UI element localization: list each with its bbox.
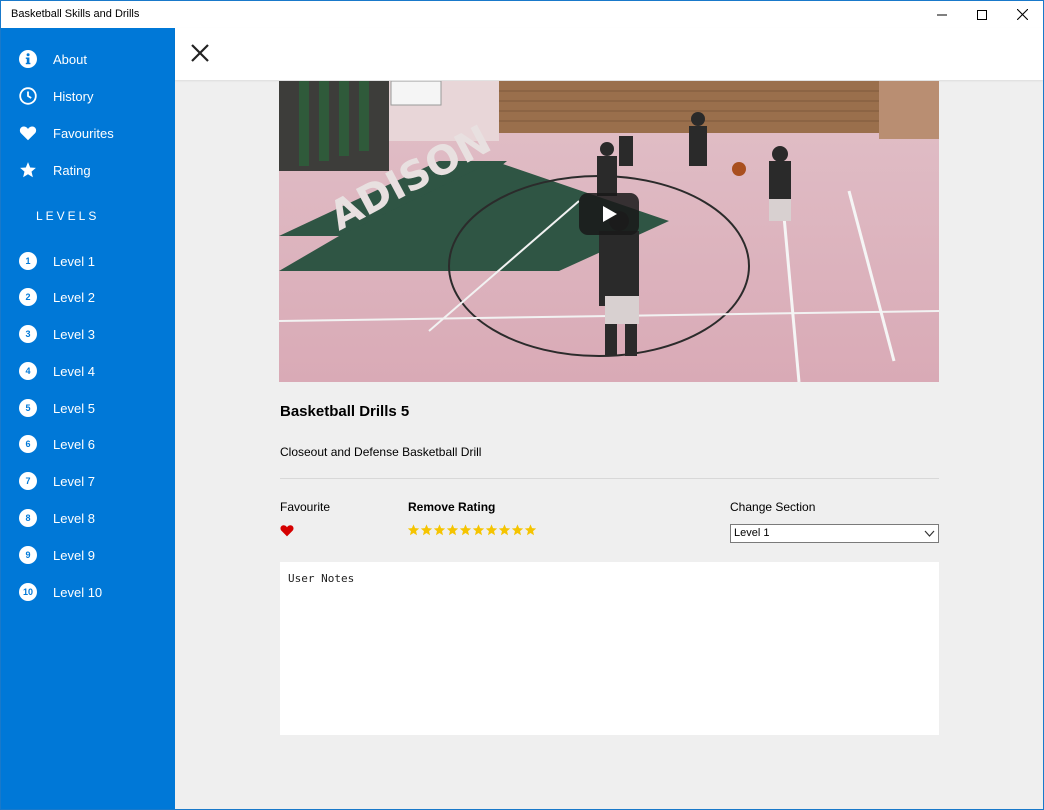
window-title: Basketball Skills and Drills: [11, 8, 140, 20]
star-icon[interactable]: [407, 523, 420, 537]
star-icon[interactable]: [472, 523, 485, 537]
heart-icon: [18, 123, 38, 143]
sidebar-item-level-10[interactable]: 10 Level 10: [1, 576, 175, 608]
user-notes-field[interactable]: User Notes: [280, 562, 939, 735]
minimize-button[interactable]: [922, 1, 962, 28]
close-icon: [191, 44, 209, 62]
star-icon[interactable]: [511, 523, 524, 537]
minimize-icon: [937, 14, 947, 15]
number-6-icon: 6: [18, 434, 38, 454]
user-notes-placeholder: User Notes: [288, 572, 355, 585]
maximize-icon: [977, 9, 987, 20]
sidebar-item-level-9[interactable]: 9 Level 9: [1, 539, 175, 571]
sidebar-item-level-3[interactable]: 3 Level 3: [1, 318, 175, 350]
sidebar-item-label: Rating: [53, 162, 91, 178]
star-icon[interactable]: [485, 523, 498, 537]
title-bar: Basketball Skills and Drills: [1, 1, 1043, 28]
sidebar-item-label: Level 8: [53, 510, 95, 526]
sidebar-item-label: Level 4: [53, 363, 95, 379]
sidebar: About History Favourites Rating LEVELS 1…: [1, 28, 175, 809]
play-icon: [603, 206, 617, 222]
sidebar-item-level-1[interactable]: 1 Level 1: [1, 245, 175, 277]
change-section-label: Change Section: [730, 500, 816, 514]
app-window: Basketball Skills and Drills About Histo…: [0, 0, 1044, 810]
number-4-icon: 4: [18, 361, 38, 381]
number-2-icon: 2: [18, 287, 38, 307]
star-icon[interactable]: [433, 523, 446, 537]
number-7-icon: 7: [18, 471, 38, 491]
number-1-icon: 1: [18, 251, 38, 271]
levels-heading: LEVELS: [36, 209, 100, 223]
number-3-icon: 3: [18, 324, 38, 344]
info-icon: [18, 49, 38, 69]
sidebar-item-level-2[interactable]: 2 Level 2: [1, 281, 175, 313]
chevron-down-icon: [924, 530, 935, 537]
maximize-button[interactable]: [962, 1, 1002, 28]
sidebar-item-label: Level 1: [53, 253, 95, 269]
drill-title: Basketball Drills 5: [280, 403, 410, 420]
content-header: [175, 28, 1043, 80]
star-icon[interactable]: [420, 523, 433, 537]
clock-icon: [18, 86, 38, 106]
star-icon[interactable]: [524, 523, 537, 537]
number-10-icon: 10: [18, 582, 38, 602]
star-icon[interactable]: [498, 523, 511, 537]
sidebar-item-level-4[interactable]: 4 Level 4: [1, 355, 175, 387]
sidebar-item-about[interactable]: About: [1, 43, 175, 75]
sidebar-item-label: History: [53, 88, 94, 104]
sidebar-item-level-7[interactable]: 7 Level 7: [1, 465, 175, 497]
star-icon: [18, 160, 38, 180]
number-8-icon: 8: [18, 508, 38, 528]
sidebar-item-favourites[interactable]: Favourites: [1, 117, 175, 149]
sidebar-item-rating[interactable]: Rating: [1, 154, 175, 186]
sidebar-item-label: Level 7: [53, 473, 95, 489]
heart-icon: [280, 525, 294, 537]
section-select-value: Level 1: [734, 527, 770, 539]
close-icon: [1016, 9, 1028, 20]
sidebar-item-label: Level 5: [53, 400, 95, 416]
star-icon[interactable]: [459, 523, 472, 537]
number-9-icon: 9: [18, 545, 38, 565]
favourite-label: Favourite: [280, 500, 331, 514]
divider: [280, 478, 939, 479]
sidebar-item-label: Level 2: [53, 289, 95, 305]
rating-stars[interactable]: [407, 523, 537, 537]
favourite-toggle[interactable]: [280, 524, 294, 538]
play-button[interactable]: [579, 193, 639, 235]
sidebar-item-level-6[interactable]: 6 Level 6: [1, 428, 175, 460]
sidebar-item-label: About: [53, 51, 87, 67]
sidebar-item-history[interactable]: History: [1, 80, 175, 112]
sidebar-item-level-5[interactable]: 5 Level 5: [1, 392, 175, 424]
sidebar-item-label: Level 6: [53, 436, 95, 452]
sidebar-item-label: Level 9: [53, 547, 95, 563]
star-icon[interactable]: [446, 523, 459, 537]
section-select[interactable]: Level 1: [730, 524, 939, 543]
close-detail-button[interactable]: [189, 42, 213, 66]
sidebar-item-label: Level 10: [53, 584, 103, 600]
remove-rating-button[interactable]: Remove Rating: [408, 500, 495, 514]
window-close-button[interactable]: [1002, 1, 1042, 28]
drill-description: Closeout and Defense Basketball Drill: [280, 445, 482, 459]
video-player[interactable]: ADISON: [279, 81, 939, 382]
number-5-icon: 5: [18, 398, 38, 418]
sidebar-item-level-8[interactable]: 8 Level 8: [1, 502, 175, 534]
sidebar-item-label: Favourites: [53, 125, 114, 141]
sidebar-item-label: Level 3: [53, 326, 95, 342]
